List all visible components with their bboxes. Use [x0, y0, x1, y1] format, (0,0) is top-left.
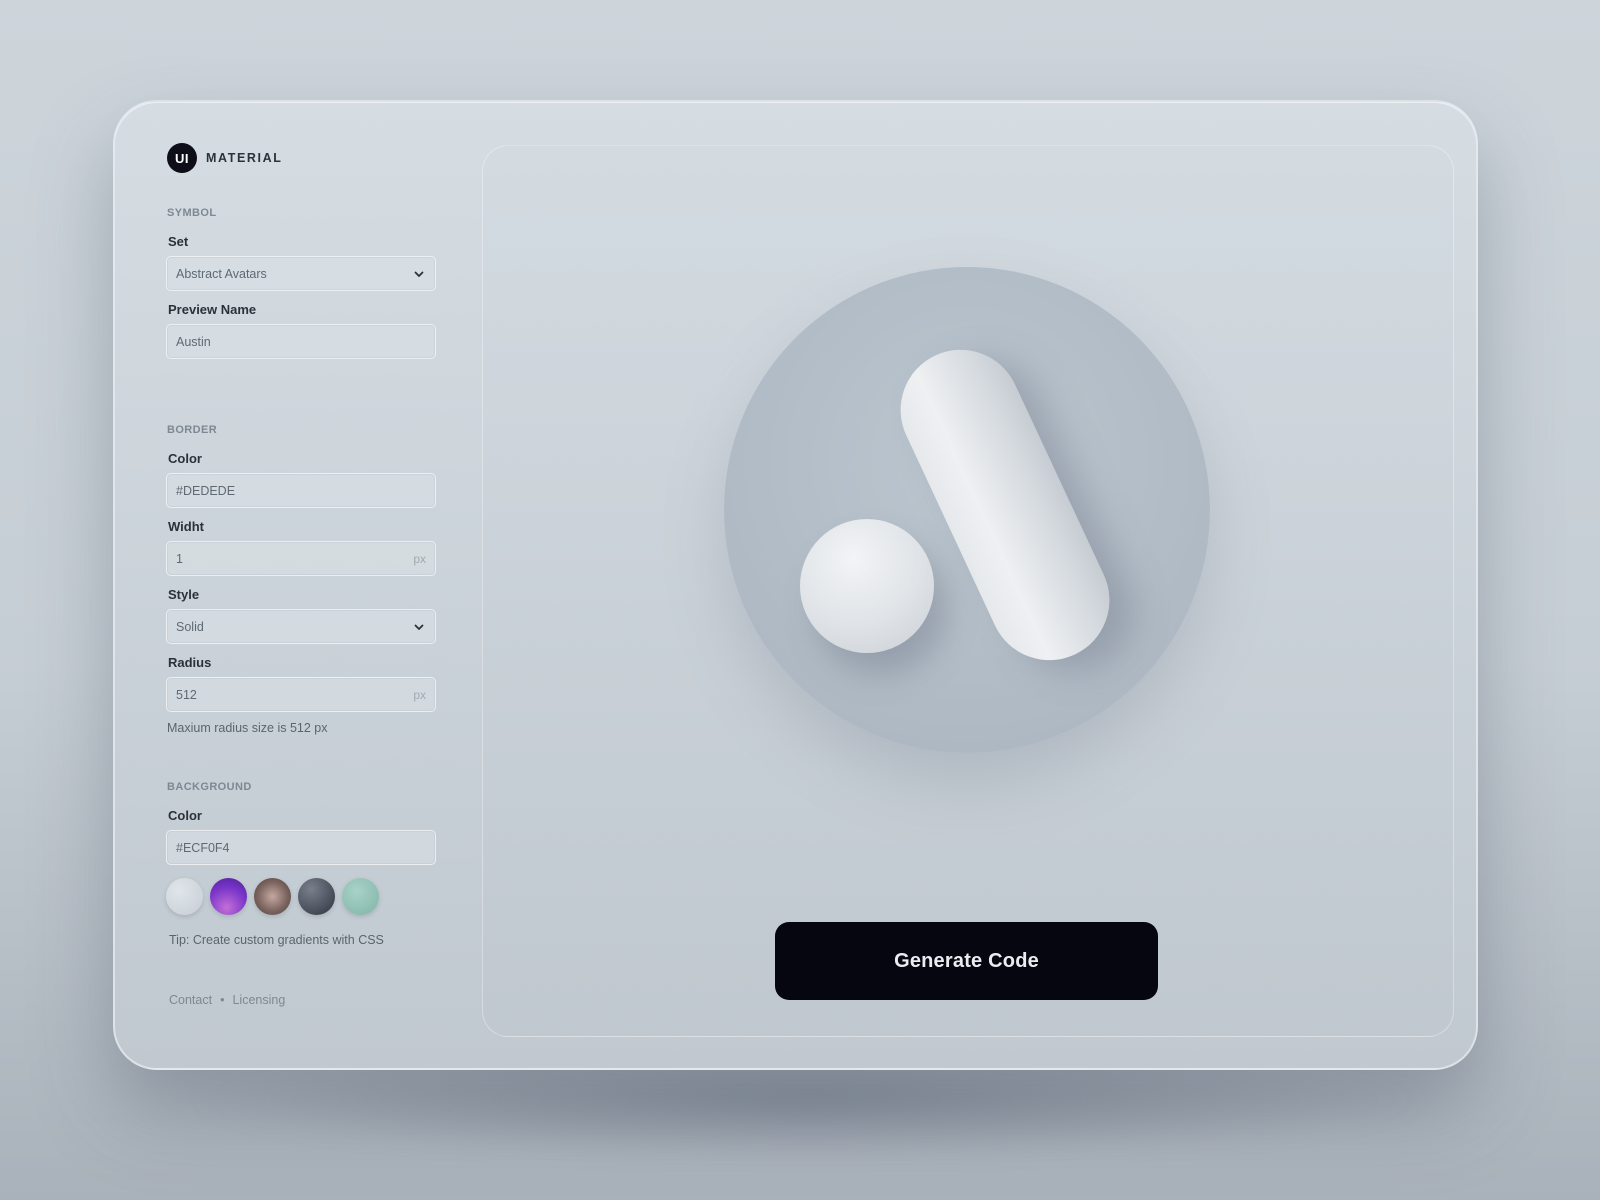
border-radius-label: Radius	[168, 655, 212, 670]
background-color-label: Color	[168, 808, 202, 823]
set-select[interactable]: Abstract Avatars	[166, 256, 436, 291]
border-radius-unit: px	[413, 687, 426, 702]
footer-links: Contact • Licensing	[169, 993, 285, 1007]
swatch-mint[interactable]	[342, 878, 379, 915]
border-style-label: Style	[168, 587, 200, 602]
background-color-value: #ECF0F4	[176, 840, 230, 855]
preview-name-input[interactable]: Austin	[166, 324, 436, 359]
border-width-value: 1	[176, 551, 183, 566]
border-radius-value: 512	[176, 687, 197, 702]
preview-name-label: Preview Name	[168, 302, 257, 317]
swatch-brown-gradient[interactable]	[254, 878, 291, 915]
brand-name: MATERIAL	[206, 151, 283, 165]
brand-logo: UI MATERIAL	[167, 143, 282, 173]
footer-separator: •	[220, 993, 225, 1007]
border-color-label: Color	[168, 451, 202, 466]
set-label: Set	[168, 234, 189, 249]
border-style-select[interactable]: Solid	[166, 609, 436, 644]
border-color-value: #DEDEDE	[176, 483, 236, 498]
border-width-unit: px	[413, 551, 426, 566]
avatar-sphere-shape	[800, 519, 934, 653]
swatch-gray-light[interactable]	[166, 878, 203, 915]
generate-code-button[interactable]: Generate Code	[775, 922, 1158, 1000]
swatch-purple-gradient[interactable]	[210, 878, 247, 915]
border-color-input[interactable]: #DEDEDE	[166, 473, 436, 508]
preview-name-value: Austin	[176, 334, 211, 349]
contact-link[interactable]: Contact	[169, 993, 212, 1007]
chevron-down-icon	[412, 267, 426, 281]
border-width-input[interactable]: 1 px	[166, 541, 436, 576]
chevron-down-icon	[412, 620, 426, 634]
radius-helper-text: Maxium radius size is 512 px	[167, 721, 328, 735]
background-swatches	[166, 878, 379, 915]
background-section-title: BACKGROUND	[167, 781, 252, 793]
gradient-tip: Tip: Create custom gradients with CSS	[169, 933, 384, 947]
set-select-value: Abstract Avatars	[176, 266, 267, 281]
swatch-slate-dark[interactable]	[298, 878, 335, 915]
background-color-input[interactable]: #ECF0F4	[166, 830, 436, 865]
border-section-title: BORDER	[167, 424, 218, 436]
border-width-label: Widht	[168, 519, 204, 534]
licensing-link[interactable]: Licensing	[232, 993, 285, 1007]
border-radius-input[interactable]: 512 px	[166, 677, 436, 712]
border-style-value: Solid	[176, 619, 204, 634]
symbol-section-title: SYMBOL	[167, 207, 217, 219]
brand-badge: UI	[167, 143, 197, 173]
